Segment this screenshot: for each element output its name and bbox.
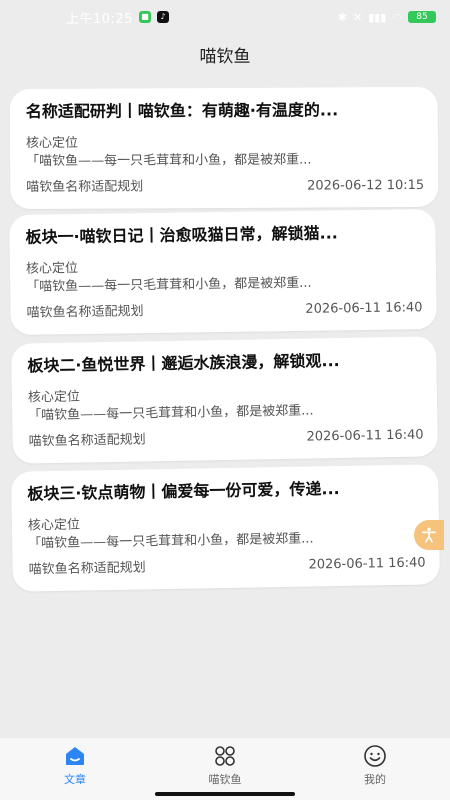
article-card[interactable]: 板块二·鱼悦世界丨邂逅水族浪漫，解锁观... 核心定位 「喵钦鱼——每一只毛茸茸… [10,336,439,464]
article-title: 名称适配研判丨喵钦鱼：有萌趣·有温度的... [25,100,339,122]
page-title: 喵钦鱼 [199,47,251,67]
article-footer: 喵钦鱼名称适配规划 2026-06-11 16:40 [29,555,426,580]
nav-tab-profile[interactable]: 我的 [330,744,420,787]
article-card[interactable]: 板块一·喵钦日记丨治愈吸猫日常，解锁猫... 核心定位 「喵钦鱼——每一只毛茸茸… [9,209,437,335]
article-date: 2026-06-11 16:40 [306,427,424,445]
article-category: 喵钦鱼名称适配规划 [26,304,144,321]
home-indicator[interactable] [155,792,295,796]
status-right: ✱ ✕ ▮▮▮ ◠ 85 [338,11,436,24]
nav-label: 喵钦鱼 [208,773,242,786]
article-category: 喵钦鱼名称适配规划 [28,432,146,450]
article-date: 2026-06-11 16:40 [308,555,426,573]
status-time: 上午10:25 [66,11,133,27]
status-left: 上午10:25 ■ ♪ [66,8,169,27]
nav-label: 我的 [364,773,386,786]
article-card[interactable]: 板块三·钦点萌物丨偏爱每一份可爱，传递... 核心定位 「喵钦鱼——每一只毛茸茸… [10,464,441,592]
message-app-icon: ■ [138,11,151,23]
article-date: 2026-06-11 16:40 [305,300,423,317]
tiktok-icon: ♪ [156,11,169,23]
article-title: 板块二·鱼悦世界丨邂逅水族浪漫，解锁观... [27,350,340,376]
article-category: 喵钦鱼名称适配规划 [26,179,144,196]
nav-label: 文章 [64,773,86,786]
article-card[interactable]: 名称适配研判丨喵钦鱼：有萌趣·有温度的... 核心定位 「喵钦鱼——每一只毛茸茸… [9,86,439,210]
app-screen: 上午10:25 ■ ♪ ✱ ✕ ▮▮▮ ◠ 85 喵钦鱼 名称适配研判丨喵钦鱼：… [0,0,450,800]
article-summary: 「喵钦鱼——每一只毛茸茸和小鱼，都是被郑重... [26,152,312,170]
article-section: 核心定位 [25,135,79,152]
battery-icon: 85 [408,11,436,23]
smiley-icon [364,745,386,767]
article-footer: 喵钦鱼名称适配规划 2026-06-12 10:15 [26,177,424,197]
home-icon [66,747,84,765]
bluetooth-icon: ✱ [337,10,347,24]
accessibility-button[interactable] [414,520,444,550]
article-title: 板块一·喵钦日记丨治愈吸猫日常，解锁猫... [25,223,338,247]
signal-icon: ▮▮▮ [368,10,387,24]
wifi-icon: ◠ [392,10,402,24]
article-title: 板块三·钦点萌物丨偏爱每一份可爱，传递... [27,479,340,504]
accessibility-icon [422,527,436,543]
article-footer: 喵钦鱼名称适配规划 2026-06-11 16:40 [29,427,424,452]
status-bar: 上午10:25 ■ ♪ ✱ ✕ ▮▮▮ ◠ 85 [0,0,450,34]
nav-tab-miaoqinyu[interactable]: 喵钦鱼 [180,744,270,787]
nav-tab-articles[interactable]: 文章 [30,744,120,787]
bottom-nav: 文章 喵钦鱼 我的 [0,738,450,800]
article-footer: 喵钦鱼名称适配规划 2026-06-11 16:40 [26,299,422,323]
article-category: 喵钦鱼名称适配规划 [28,560,146,578]
article-date: 2026-06-12 10:15 [307,177,425,194]
grid-icon [215,746,235,766]
mute-icon: ✕ [353,10,363,24]
